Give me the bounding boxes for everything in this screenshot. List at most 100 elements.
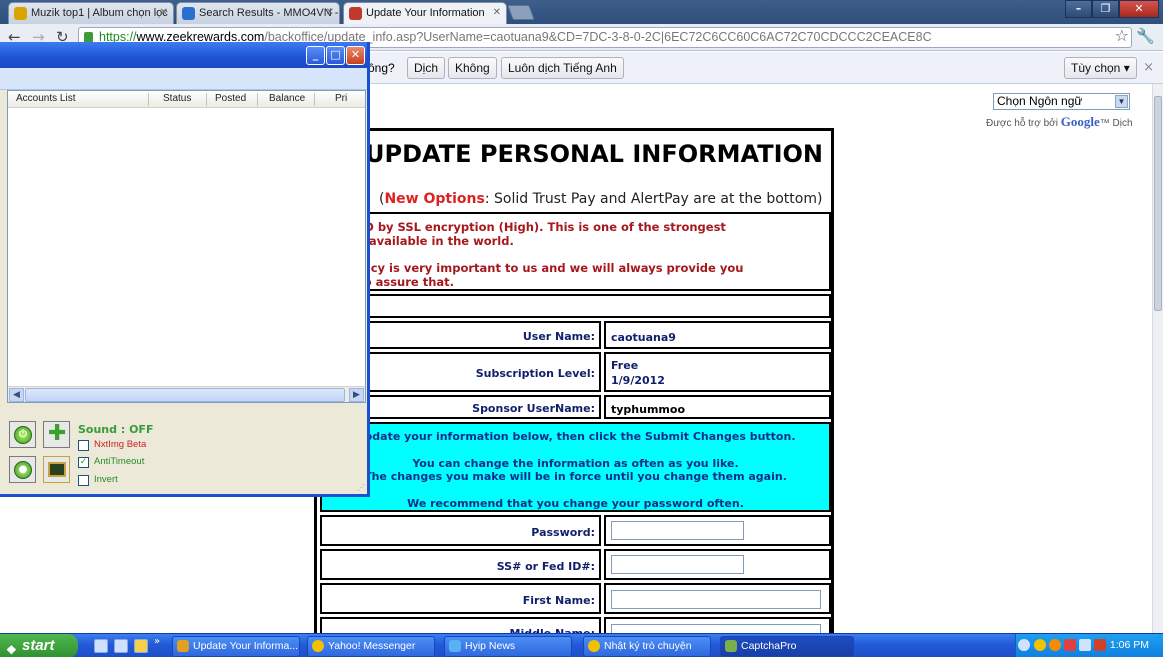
column-separator [148,93,149,106]
yahoo-tray-icon[interactable] [1034,639,1046,651]
task-label: Yahoo! Messenger [328,640,416,652]
task-hyip-news[interactable]: Hyip News [444,636,572,657]
task-captchapro[interactable]: CaptchaPro [720,636,854,657]
user-name-label: User Name: [522,330,595,343]
update-instructions: Update your information below, then clic… [320,422,831,512]
resize-grip-icon[interactable]: ⋰ [357,483,365,492]
messenger-tray-icon[interactable] [1049,639,1061,651]
task-chat-log[interactable]: Nhật ký trò chuyện [583,636,711,657]
forum-icon [182,7,195,20]
sound-status[interactable]: Sound : OFF [78,423,153,436]
clock[interactable]: 1:06 PM [1110,639,1149,651]
nxtimg-label: NxtImg Beta [94,439,147,450]
start-button[interactable]: ❖ start [0,634,78,657]
column-posted[interactable]: Posted [215,93,246,104]
captcha-view-button[interactable] [43,456,70,483]
restore-button[interactable]: ❐ [1092,0,1119,18]
minimize-button[interactable]: – [1065,0,1092,18]
play-icon: ● [14,461,32,479]
translate-button[interactable]: Dịch [407,57,446,79]
accounts-list[interactable]: Accounts List Status Posted Balance Pri … [7,90,366,403]
spacer-row [320,294,831,318]
close-tab-icon[interactable]: ✕ [326,7,334,18]
start-button[interactable]: ⏻ [9,421,36,448]
google-logo[interactable]: Google [1061,114,1100,129]
language-select[interactable]: Chọn Ngôn ngữ ▼ [993,93,1130,110]
ssn-input[interactable] [611,555,744,574]
tray-collapse-icon[interactable] [1018,639,1030,651]
network-tray-icon[interactable] [1079,639,1091,651]
scroll-left-icon[interactable]: ◀ [9,388,24,402]
tab-label: Search Results - MMO4VN - M [199,7,340,19]
close-tab-icon[interactable]: ✕ [493,7,501,18]
app-title-bar[interactable]: _ □ ✕ [0,42,367,68]
user-name-value: caotuana9 [611,331,676,344]
subscription-value-cell: Free 1/9/2012 [604,352,831,392]
tab-muzik[interactable]: Muzik top1 | Album chọn lọc ✕ [8,2,174,24]
column-accounts-list[interactable]: Accounts List [16,93,75,104]
column-separator [314,93,315,106]
system-tray: 1:06 PM [1015,634,1163,657]
nxtimg-checkbox[interactable] [78,440,89,451]
media-player-icon[interactable] [134,639,148,653]
scrollbar-thumb[interactable] [1154,96,1162,311]
antitimeout-label: AntiTimeout [94,456,145,467]
powered-suffix[interactable]: Dịch [1113,118,1133,129]
task-label: Nhật ký trò chuyện [604,640,692,652]
antivirus-tray-icon[interactable] [1094,639,1106,651]
subscription-label: Subscription Level: [475,367,595,380]
close-window-button[interactable]: ✕ [1119,0,1159,18]
ssn-input-cell [604,549,831,580]
new-tab-button[interactable] [507,5,535,20]
close-icon[interactable]: ✕ [346,46,365,65]
close-translate-icon[interactable]: × [1143,60,1154,75]
task-yahoo-messenger[interactable]: Yahoo! Messenger [307,636,435,657]
window-switch-icon[interactable] [114,639,128,653]
tab-mmo4vn[interactable]: Search Results - MMO4VN - M ✕ [176,2,340,24]
app-toolbar-strip [0,68,367,90]
start-label: start [22,637,55,654]
list-horizontal-scrollbar[interactable]: ◀ ▶ [8,386,365,402]
page-title: UPDATE PERSONAL INFORMATION [365,140,823,168]
user-name-value-cell: caotuana9 [604,321,831,349]
instruction-line: We recommend that you change your passwo… [407,497,744,510]
tab-update-info[interactable]: Update Your Information ✕ [343,2,507,24]
password-input[interactable] [611,521,744,540]
no-button[interactable]: Không [448,57,497,79]
minimize-icon[interactable]: _ [306,46,325,65]
ssn-label-cell: SS# or Fed ID#: [320,549,601,580]
instruction-line: You can change the information as often … [412,457,739,470]
trademark: ™ [1099,118,1110,129]
page-scrollbar[interactable] [1152,84,1163,633]
instruction-line: The changes you make will be in force un… [364,470,787,483]
music-icon [14,7,27,20]
close-tab-icon[interactable]: ✕ [160,7,168,18]
password-label: Password: [531,526,595,539]
antitimeout-checkbox[interactable]: ✓ [78,457,89,468]
security-tray-icon[interactable] [1064,639,1076,651]
windows-taskbar: ❖ start » Update Your Informa... Yahoo! … [0,633,1163,657]
column-pri[interactable]: Pri [335,93,347,104]
wrench-icon[interactable]: 🔧 [1136,27,1155,45]
first-name-input[interactable] [611,590,821,609]
options-button[interactable]: Tùy chọn ▾ [1064,57,1137,79]
scrollbar-thumb[interactable] [25,388,345,402]
column-status[interactable]: Status [163,93,191,104]
bookmark-star-icon[interactable]: ☆ [1115,26,1129,45]
scroll-right-icon[interactable]: ▶ [349,388,364,402]
show-desktop-icon[interactable] [94,639,108,653]
play-button[interactable]: ● [9,456,36,483]
always-translate-button[interactable]: Luôn dịch Tiếng Anh [501,57,624,79]
first-name-label: First Name: [522,594,595,607]
task-update-info[interactable]: Update Your Informa... [172,636,300,657]
sponsor-value: typhummoo [611,403,686,416]
first-name-label-cell: First Name: [320,583,601,614]
maximize-icon[interactable]: □ [326,46,345,65]
new-options-label: New Options [384,191,485,207]
add-account-button[interactable]: ✚ [43,421,70,448]
chevron-down-icon: ▼ [1115,95,1128,108]
quicklaunch-more-icon[interactable]: » [154,636,160,647]
invert-checkbox[interactable] [78,475,89,486]
browser-tab-strip: Muzik top1 | Album chọn lọc ✕ Search Res… [0,0,1163,24]
column-balance[interactable]: Balance [269,93,305,104]
